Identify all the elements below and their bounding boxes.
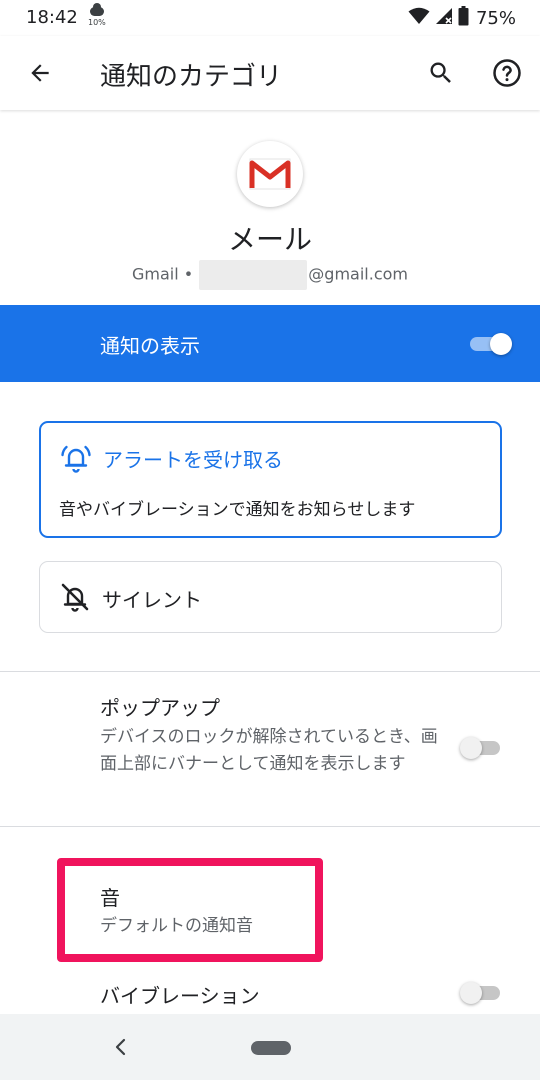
battery-percent: 75% (475, 7, 516, 29)
bell-ringing-icon (59, 441, 93, 475)
gmail-icon (237, 141, 303, 207)
highlight-annotation (57, 858, 323, 962)
account-prefix: Gmail • (132, 264, 194, 284)
arrow-back-icon (31, 64, 49, 82)
signal-icon (435, 7, 453, 29)
bell-off-icon (58, 580, 92, 614)
show-notifications-label: 通知の表示 (100, 334, 200, 358)
alert-option-description: 音やバイブレーションで通知をお知らせします (59, 500, 416, 520)
popup-description: デバイスのロックが解除されているとき、画面上部にバナーとして通知を表示します (100, 727, 438, 774)
vibration-toggle[interactable] (460, 980, 504, 1006)
silent-option-title: サイレント (102, 588, 202, 612)
app-name: メール (227, 223, 312, 256)
nav-back-button[interactable] (104, 1031, 136, 1063)
navigation-bar (0, 1014, 540, 1080)
search-icon (430, 62, 451, 83)
silent-option-card[interactable]: サイレント (39, 561, 502, 633)
account-line: Gmail • @gmail.com (0, 260, 540, 290)
chevron-left-icon (115, 1038, 126, 1056)
status-bar: 18:42 10% 75% (0, 0, 540, 36)
search-button[interactable] (421, 53, 461, 93)
page-title: 通知のカテゴリ (100, 62, 283, 92)
app-bar: 通知のカテゴリ (0, 36, 540, 110)
battery-icon (458, 6, 469, 30)
status-time: 18:42 (26, 7, 78, 28)
weather-icon: 10% (88, 3, 110, 30)
nav-home-pill[interactable] (251, 1041, 291, 1055)
help-button[interactable] (487, 53, 527, 93)
show-notifications-row[interactable]: 通知の表示 (0, 305, 540, 382)
popup-title: ポップアップ (100, 696, 220, 720)
popup-toggle[interactable] (460, 735, 504, 761)
wifi-icon (408, 7, 430, 29)
account-suffix: @gmail.com (308, 264, 408, 284)
vibration-title: バイブレーション (100, 984, 260, 1008)
weather-pct: 10% (88, 18, 106, 27)
show-notifications-toggle[interactable] (470, 331, 512, 357)
redacted-email (199, 260, 308, 290)
divider (0, 826, 540, 827)
status-icons: 75% (408, 5, 516, 31)
help-icon (493, 59, 521, 87)
back-button[interactable] (20, 53, 60, 93)
divider (0, 671, 540, 672)
alert-option-title: アラートを受け取る (103, 448, 283, 472)
alert-option-card[interactable]: アラートを受け取る 音やバイブレーションで通知をお知らせします (39, 421, 502, 538)
